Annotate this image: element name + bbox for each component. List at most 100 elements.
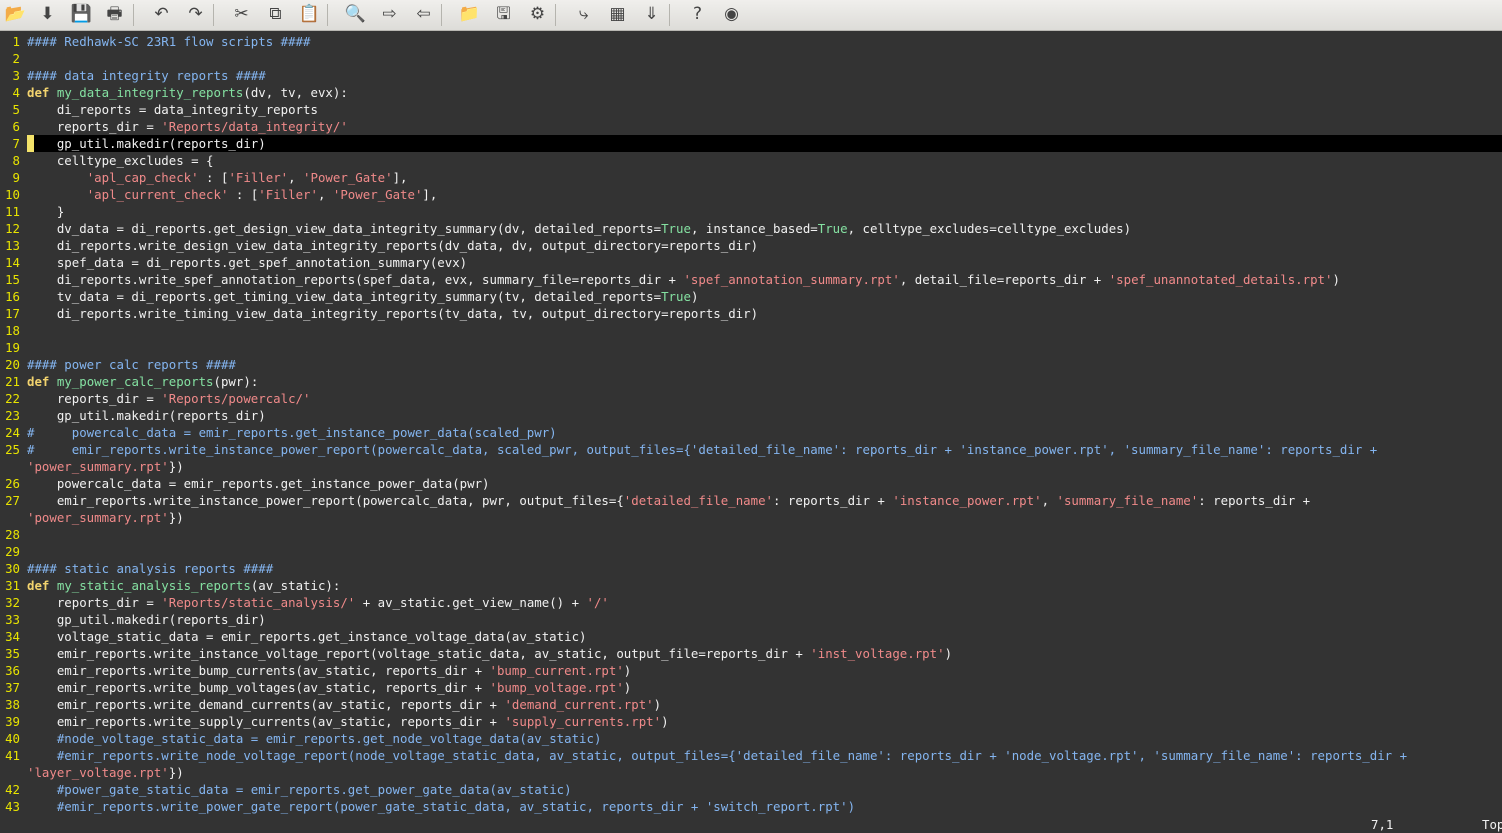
line-number: 21 [5, 374, 20, 389]
code-line[interactable]: emir_reports.write_bump_currents(av_stat… [27, 662, 631, 679]
line-number: 10 [5, 187, 20, 202]
session-load-icon[interactable]: 📁 [456, 1, 483, 28]
code-line[interactable]: dv_data = di_reports.get_design_view_dat… [27, 220, 1131, 237]
code-line[interactable]: # emir_reports.write_instance_power_repo… [27, 441, 1377, 458]
undo-icon[interactable]: ↶ [148, 1, 175, 28]
line-number: 13 [5, 238, 20, 253]
cut-icon[interactable]: ✂ [228, 1, 255, 28]
open-icon[interactable]: 📂 [2, 1, 29, 28]
toolbar-separator [327, 4, 328, 26]
line-number: 35 [5, 646, 20, 661]
line-number: 33 [5, 612, 20, 627]
code-line[interactable]: def my_power_calc_reports(pwr): [27, 373, 258, 390]
line-number: 3 [12, 68, 20, 83]
code-line[interactable]: emir_reports.write_demand_currents(av_st… [27, 696, 661, 713]
code-line[interactable]: reports_dir = 'Reports/static_analysis/'… [27, 594, 609, 611]
line-number [0, 764, 20, 781]
code-line[interactable]: #emir_reports.write_power_gate_report(po… [27, 798, 855, 815]
paste-icon[interactable]: 📋 [296, 1, 323, 28]
code-line[interactable]: tv_data = di_reports.get_timing_view_dat… [27, 288, 699, 305]
code-line[interactable]: #### power calc reports #### [27, 356, 236, 373]
code-line[interactable]: di_reports.write_design_view_data_integr… [27, 237, 758, 254]
line-number: 14 [5, 255, 20, 270]
find-replace-icon[interactable]: 🔍 [342, 1, 369, 28]
toolbar-separator [669, 4, 670, 26]
line-number [0, 509, 20, 526]
code-line[interactable]: 'apl_current_check' : ['Filler', 'Power_… [27, 186, 438, 203]
find-prev-icon[interactable]: ⇦ [410, 1, 437, 28]
code-line[interactable]: gp_util.makedir(reports_dir) [27, 407, 266, 424]
scroll-position: Top [1482, 817, 1502, 832]
code-editor[interactable]: 1 2 3 4 5 6 7 8 9 10 11 12 13 14 15 16 17 18 19 20 21 22 23 24 2… [0, 31, 1502, 832]
code-line[interactable]: def my_data_integrity_reports(dv, tv, ev… [27, 84, 348, 101]
code-line[interactable]: #node_voltage_static_data = emir_reports… [27, 730, 602, 747]
toolbar: 📂 ⬇ 💾 🖶 ↶ ↷ ✂ ⧉ 📋 🔍 ⇨ ⇦ 📁 🖫 ⚙ ⤷ ▦ ⇓? ◉ [0, 0, 1502, 31]
line-number: 29 [5, 544, 20, 559]
make-icon[interactable]: ⇓ [638, 1, 665, 28]
line-number: 12 [5, 221, 20, 236]
line-number: 19 [5, 340, 20, 355]
line-number: 32 [5, 595, 20, 610]
code-line[interactable]: #### Redhawk-SC 23R1 flow scripts #### [27, 33, 310, 50]
code-line[interactable]: 'layer_voltage.rpt'}) [27, 764, 184, 781]
save-icon[interactable]: 💾 [68, 1, 95, 28]
code-line[interactable]: # powercalc_data = emir_reports.get_inst… [27, 424, 557, 441]
line-number: 31 [5, 578, 20, 593]
line-number: 39 [5, 714, 20, 729]
code-line[interactable]: #### static analysis reports #### [27, 560, 273, 577]
code-line[interactable]: emir_reports.write_supply_currents(av_st… [27, 713, 669, 730]
toolbar-separator [441, 4, 442, 26]
line-number: 25 [5, 442, 20, 457]
code-line[interactable]: voltage_static_data = emir_reports.get_i… [27, 628, 587, 645]
run-script-icon[interactable]: ⚙ [524, 1, 551, 28]
line-number: 26 [5, 476, 20, 491]
copy-icon[interactable]: ⧉ [262, 1, 289, 28]
tag-jump-icon[interactable]: ⤷ [570, 1, 597, 28]
line-number: 4 [12, 85, 20, 100]
code-line[interactable]: powercalc_data = emir_reports.get_instan… [27, 475, 490, 492]
redo-icon[interactable]: ↷ [182, 1, 209, 28]
line-number: 11 [5, 204, 20, 219]
code-line[interactable]: di_reports.write_spef_annotation_reports… [27, 271, 1340, 288]
code-line[interactable]: } [27, 203, 64, 220]
code-line[interactable]: #### data integrity reports #### [27, 67, 266, 84]
session-save-icon[interactable]: 🖫 [490, 1, 517, 28]
line-number [0, 458, 20, 475]
find-next-icon[interactable]: ⇨ [376, 1, 403, 28]
load-icon[interactable]: ⬇ [34, 1, 61, 28]
line-number: 28 [5, 527, 20, 542]
line-number: 27 [5, 493, 20, 508]
toolbar-separator [133, 4, 134, 26]
line-number: 16 [5, 289, 20, 304]
code-line[interactable]: emir_reports.write_instance_voltage_repo… [27, 645, 952, 662]
line-number: 7 [12, 136, 20, 151]
code-line[interactable]: 'power_summary.rpt'}) [27, 509, 184, 526]
code-line[interactable]: emir_reports.write_instance_power_report… [27, 492, 1310, 509]
code-line[interactable]: di_reports = data_integrity_reports [27, 101, 318, 118]
code-line[interactable]: gp_util.makedir(reports_dir) [27, 611, 266, 628]
line-number: 6 [12, 119, 20, 134]
code-line[interactable]: 'apl_cap_check' : ['Filler', 'Power_Gate… [27, 169, 408, 186]
line-number: 18 [5, 323, 20, 338]
line-number: 36 [5, 663, 20, 678]
build-icon[interactable]: ▦ [604, 1, 631, 28]
line-number: 15 [5, 272, 20, 287]
code-line[interactable]: 'power_summary.rpt'}) [27, 458, 184, 475]
line-number: 41 [5, 748, 20, 763]
find-help-icon[interactable]: ◉ [718, 1, 745, 28]
line-number: 38 [5, 697, 20, 712]
code-line[interactable]: gp_util.makedir(reports_dir) [27, 135, 266, 152]
line-number: 34 [5, 629, 20, 644]
print-icon[interactable]: 🖶 [101, 1, 128, 28]
help-icon[interactable]: ? [684, 1, 711, 28]
code-line[interactable]: def my_static_analysis_reports(av_static… [27, 577, 340, 594]
code-line[interactable]: #emir_reports.write_node_voltage_report(… [27, 747, 1407, 764]
code-line[interactable]: celltype_excludes = { [27, 152, 214, 169]
line-number: 2 [12, 51, 20, 66]
code-line[interactable]: di_reports.write_timing_view_data_integr… [27, 305, 758, 322]
code-line[interactable]: reports_dir = 'Reports/data_integrity/' [27, 118, 348, 135]
code-line[interactable]: #power_gate_static_data = emir_reports.g… [27, 781, 572, 798]
code-line[interactable]: reports_dir = 'Reports/powercalc/' [27, 390, 311, 407]
code-line[interactable]: emir_reports.write_bump_voltages(av_stat… [27, 679, 631, 696]
code-line[interactable]: spef_data = di_reports.get_spef_annotati… [27, 254, 467, 271]
